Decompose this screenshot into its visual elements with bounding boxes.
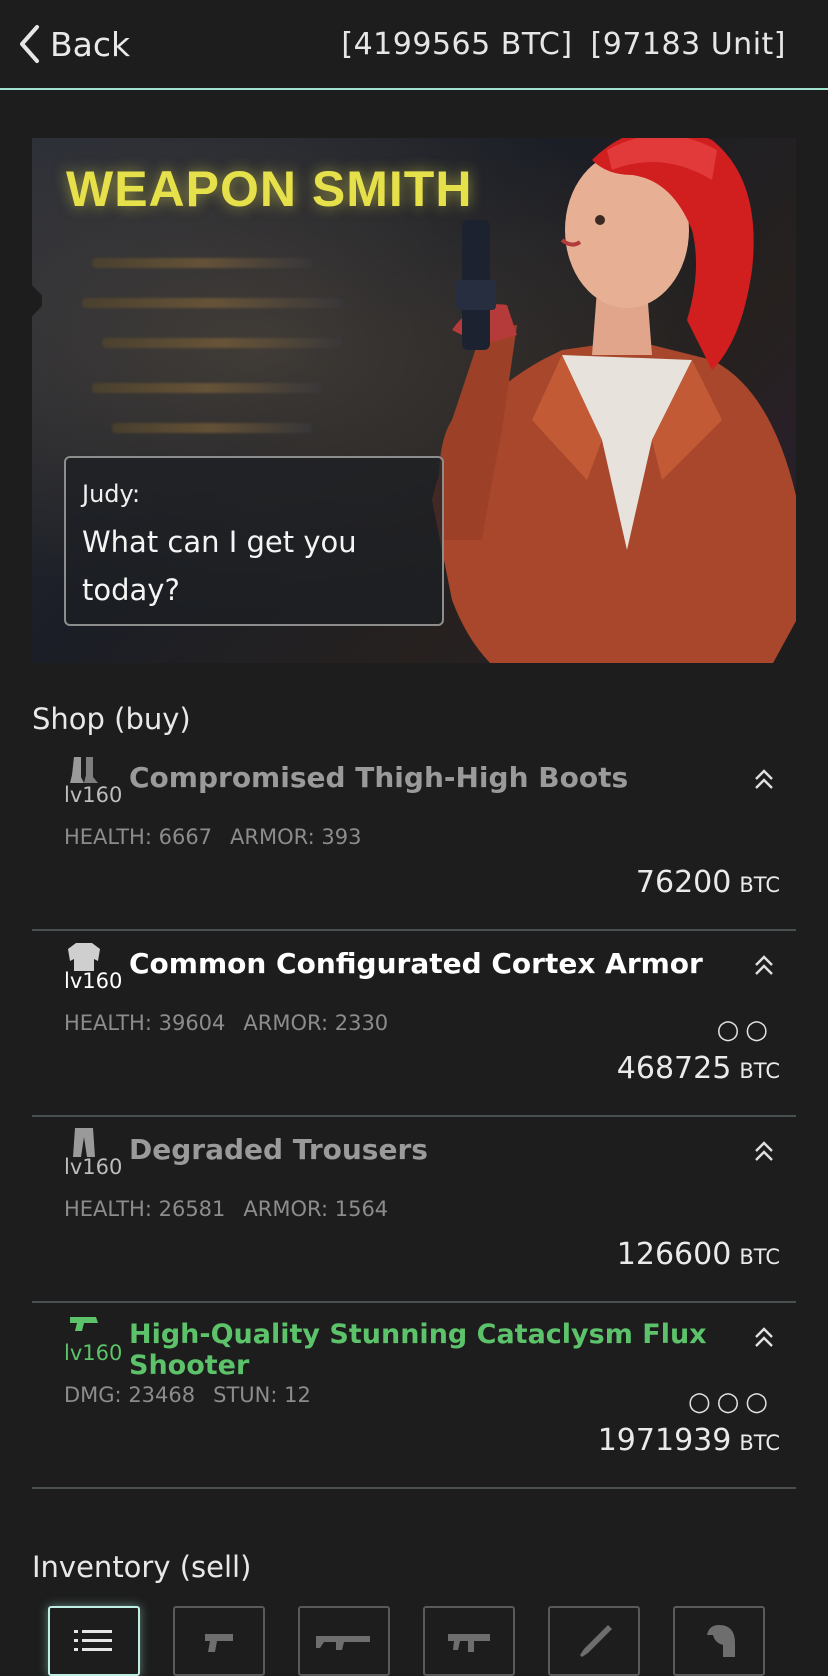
- shop-item[interactable]: lv160 Compromised Thigh-High Boots HEALT…: [32, 745, 796, 931]
- item-stat: HEALTH: 39604: [64, 1011, 226, 1035]
- item-price: 76200 BTC: [636, 865, 780, 900]
- price-value: 1971939: [597, 1423, 732, 1458]
- item-level: lv160: [64, 969, 123, 993]
- shop-item[interactable]: lv160 Degraded Trousers HEALTH: 26581 ARM…: [32, 1117, 796, 1303]
- smg-icon: [448, 1634, 490, 1652]
- item-level: lv160: [64, 1341, 123, 1365]
- inventory-section-title: Inventory (sell): [32, 1550, 252, 1584]
- double-chevron-up-icon[interactable]: [752, 953, 776, 977]
- shelf-decoration: [112, 423, 312, 433]
- tab-melee[interactable]: [548, 1606, 640, 1676]
- back-button[interactable]: Back: [18, 24, 130, 64]
- rifle-icon: [316, 1636, 370, 1650]
- item-sockets: ○○: [716, 1015, 774, 1045]
- item-stat: DMG: 23468: [64, 1383, 196, 1407]
- double-chevron-up-icon[interactable]: [752, 767, 776, 791]
- item-stat: ARMOR: 393: [230, 825, 362, 849]
- price-unit: BTC: [739, 1059, 780, 1083]
- top-bar: Back [4199565 BTC] [97183 Unit]: [0, 0, 828, 90]
- price-value: 126600: [616, 1237, 732, 1272]
- price-value: 76200: [635, 865, 732, 900]
- double-chevron-up-icon[interactable]: [752, 1325, 776, 1349]
- helmet-icon: [707, 1625, 735, 1657]
- shop-item[interactable]: lv160 High-Quality Stunning Cataclysm Fl…: [32, 1303, 796, 1489]
- price-unit: BTC: [739, 1431, 780, 1455]
- dialog-line: today?: [82, 573, 180, 607]
- item-stats: HEALTH: 39604 ARMOR: 2330: [64, 1011, 388, 1035]
- speaker-name: Judy:: [82, 480, 141, 508]
- price-value: 468725: [616, 1051, 732, 1086]
- tab-rifles[interactable]: [298, 1606, 390, 1676]
- item-name: Common Configurated Cortex Armor: [129, 947, 703, 980]
- judy-portrait: [432, 138, 796, 663]
- dialog-line: What can I get you: [82, 525, 357, 559]
- unit-balance: [97183 Unit]: [590, 26, 786, 62]
- shelf-decoration: [82, 298, 342, 308]
- item-stats: DMG: 23468 STUN: 12: [64, 1383, 311, 1407]
- item-price: 468725 BTC: [617, 1051, 780, 1086]
- shop-section-title: Shop (buy): [32, 702, 191, 736]
- item-stat: ARMOR: 2330: [243, 1011, 389, 1035]
- item-level: lv160: [64, 783, 123, 807]
- tab-pistols[interactable]: [173, 1606, 265, 1676]
- back-label: Back: [50, 24, 131, 64]
- item-stat: ARMOR: 1564: [243, 1197, 389, 1221]
- item-name: Compromised Thigh-High Boots: [129, 761, 629, 794]
- currency-display: [4199565 BTC] [97183 Unit]: [341, 27, 786, 62]
- chevron-left-icon: [20, 25, 39, 63]
- list-icon: [74, 1630, 112, 1651]
- item-stat: HEALTH: 6667: [64, 825, 213, 849]
- tab-all[interactable]: [48, 1606, 140, 1676]
- shelf-decoration: [92, 258, 312, 268]
- item-level: lv160: [64, 1155, 123, 1179]
- item-name: High-Quality Stunning Cataclysm Flux Sho…: [129, 1319, 707, 1381]
- dialog-text: What can I get you today?: [82, 518, 426, 614]
- tab-smgs[interactable]: [423, 1606, 515, 1676]
- price-unit: BTC: [739, 873, 780, 897]
- price-unit: BTC: [739, 1245, 780, 1269]
- item-stat: STUN: 12: [213, 1383, 311, 1407]
- item-sockets: ○○○: [687, 1387, 774, 1417]
- pistol-icon: [205, 1634, 233, 1652]
- item-stats: HEALTH: 26581 ARMOR: 1564: [64, 1197, 388, 1221]
- shelf-decoration: [102, 338, 342, 348]
- tab-helmets[interactable]: [673, 1606, 765, 1676]
- btc-balance: [4199565 BTC]: [341, 26, 573, 62]
- dialog-box: Judy: What can I get you today?: [64, 456, 444, 626]
- shop-banner: WEAPON SMITH Judy: What can I get you to…: [32, 138, 796, 663]
- item-stats: HEALTH: 6667 ARMOR: 393: [64, 825, 361, 849]
- item-price: 126600 BTC: [617, 1237, 780, 1272]
- item-price: 1971939 BTC: [598, 1423, 780, 1458]
- inventory-tabs: [48, 1606, 765, 1676]
- item-name: Degraded Trousers: [129, 1133, 428, 1166]
- shelf-decoration: [92, 383, 322, 393]
- double-chevron-up-icon[interactable]: [752, 1139, 776, 1163]
- blade-icon: [580, 1625, 612, 1657]
- shop-item[interactable]: lv160 Common Configurated Cortex Armor H…: [32, 931, 796, 1117]
- item-stat: HEALTH: 26581: [64, 1197, 226, 1221]
